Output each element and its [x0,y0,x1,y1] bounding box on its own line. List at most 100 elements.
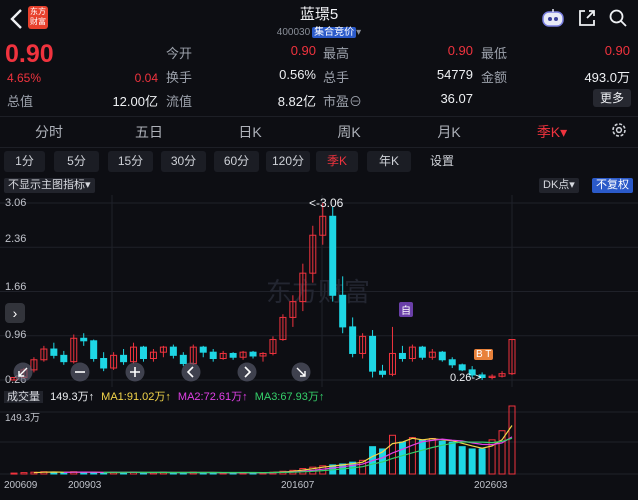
expand-panel-icon[interactable]: › [5,303,25,323]
y-tick-1: 1.66 [5,281,27,293]
candle [458,364,466,371]
candle [169,346,177,356]
dk-point-dropdown[interactable]: DK点▾ [539,178,579,193]
volume-bar [448,441,456,475]
zoom-out-icon[interactable] [13,362,33,382]
volume-bar [458,446,466,475]
search-icon[interactable] [608,8,628,28]
subtab-15min[interactable]: 15分 [108,151,153,172]
candle [369,335,377,372]
volume-bar [468,448,476,475]
tab-weekly-k[interactable]: 周K [319,117,379,147]
pe-info-icon[interactable]: ⊖ [349,94,362,109]
y-tick-3: 3.06 [5,197,27,209]
tab-five-day[interactable]: 五日 [119,117,179,147]
min-price-marker: 0.26-> [450,372,482,384]
watermark: 东方财富 [266,277,370,307]
y-tick-0: 0.96 [5,329,27,341]
gear-icon[interactable] [610,121,628,139]
turnover-label: 换手 [166,70,193,85]
candle [100,358,108,369]
more-button[interactable]: 更多 [593,89,631,107]
high-value: 0.90 [447,43,473,58]
volume-bar [20,472,28,475]
period-tab-bar: 分时 五日 日K 周K 月K 季K▾ [0,116,638,148]
candle [229,352,237,358]
subtab-60min[interactable]: 60分 [214,151,259,172]
subtab-120min[interactable]: 120分 [266,151,310,172]
zoom-plus-icon[interactable] [125,362,145,382]
low-label: 最低 [481,46,508,61]
candle [209,351,217,360]
subtab-5min[interactable]: 5分 [54,151,99,172]
pe-label-text: 市盈 [323,94,350,109]
volume-bar [10,472,18,475]
subtab-1min[interactable]: 1分 [4,151,45,172]
robot-assistant-icon[interactable] [541,8,565,28]
fullscreen-icon[interactable] [291,362,311,382]
amount-value: 493.0万 [584,70,630,85]
candle [120,354,128,363]
max-price-marker: <-3.06 [309,196,344,210]
volume-label: 总手 [323,70,350,85]
tab-quarterly-k[interactable]: 季K▾ [522,117,582,147]
candle [80,337,88,342]
candle [379,370,387,375]
low-value: 0.90 [604,43,630,58]
volume-bar [428,437,436,475]
candlestick-chart[interactable]: 东方财富 [0,195,638,387]
y-tick-2: 2.36 [5,233,27,245]
candle [90,340,98,360]
volume-bar [418,439,426,475]
main-indicator-dropdown[interactable]: 不显示主图指标▾ [4,178,95,193]
subtab-year-k[interactable]: 年K [367,151,411,172]
x-tick-3: 202603 [474,480,508,491]
candle [329,215,337,296]
self-select-badge[interactable]: 自 [399,302,413,317]
volume-bar [508,405,516,475]
subtab-settings[interactable]: 设置 [420,151,464,172]
float-value: 8.82亿 [277,94,316,109]
x-tick-1: 200903 [68,480,102,491]
candle [418,346,426,358]
volume-bar [388,434,396,475]
turnover-value: 0.56% [279,67,316,82]
candle [398,352,406,360]
candle [349,326,357,354]
candle [438,351,446,361]
change-percent: 4.65% [7,71,42,85]
stock-code: 400030 [276,27,311,38]
no-adjust-button[interactable]: 不复权 [592,178,633,193]
tag-dropdown-icon[interactable]: ▾ [356,27,361,38]
scroll-left-icon[interactable] [181,362,201,382]
x-tick-0: 200609 [4,480,38,491]
amount-label: 金额 [481,70,508,85]
pe-value: 36.07 [440,91,473,106]
open-value: 0.90 [290,43,316,58]
market-value: 12.00亿 [112,94,158,109]
tab-daily-k[interactable]: 日K [220,117,280,147]
volume-grid [0,411,638,475]
volume-chart[interactable] [0,402,638,478]
volume-bar [398,441,406,475]
float-value-label: 流值 [166,94,193,109]
volume-bar [478,448,486,475]
subtab-quarter-k[interactable]: 季K [316,151,358,172]
candle [50,348,58,356]
zoom-minus-icon[interactable] [70,362,90,382]
subtab-30min[interactable]: 30分 [161,151,206,172]
volume-max-label: 149.3万 [5,413,41,424]
auction-tag: 集合竞价 [312,27,357,38]
candle [249,351,257,357]
bt-signal-badge[interactable]: B T [474,349,494,360]
tab-intraday[interactable]: 分时 [19,117,79,147]
scroll-right-icon[interactable] [237,362,257,382]
candle [139,346,147,360]
candle [60,354,68,363]
share-icon[interactable] [577,8,597,28]
candle [339,294,347,328]
candle [199,346,207,353]
tab-monthly-k[interactable]: 月K [419,117,479,147]
change-amount: 0.04 [134,71,158,85]
open-label: 今开 [166,46,193,61]
